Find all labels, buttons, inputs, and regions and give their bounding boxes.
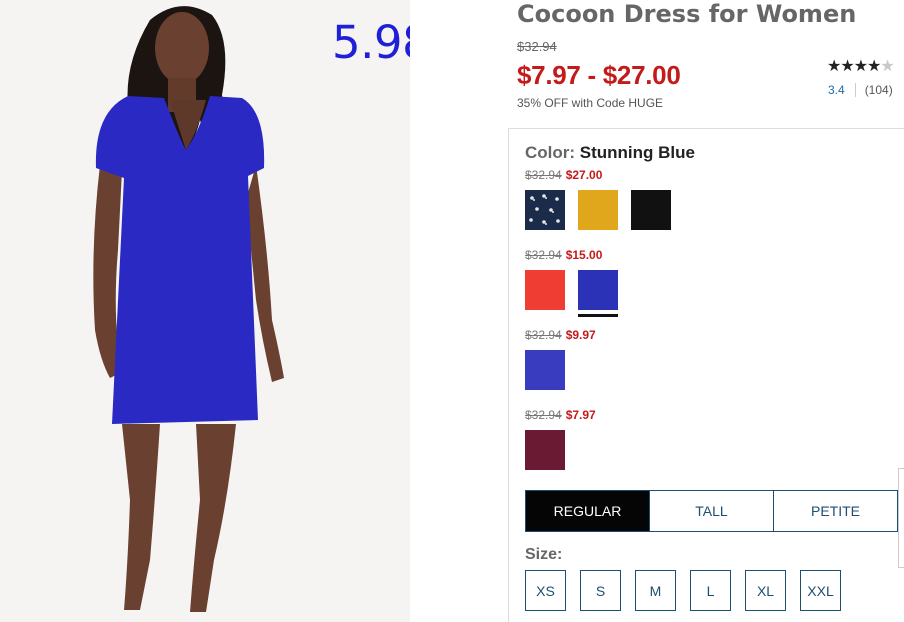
swatch-group-price: $32.94 $7.97 — [525, 408, 596, 422]
rating-summary[interactable]: 3.4 (104) — [828, 83, 893, 97]
sale-price-range: $7.97 - $27.00 — [517, 60, 681, 90]
now-price: $27.00 — [565, 168, 603, 182]
tab-regular[interactable]: REGULAR — [526, 491, 649, 531]
color-swatch-black[interactable] — [631, 190, 671, 230]
was-price: $32.94 — [525, 328, 562, 342]
size-button-s[interactable]: S — [580, 570, 621, 611]
star-icon: ★ — [853, 58, 868, 75]
fit-tabs: REGULAR TALL PETITE — [525, 490, 898, 532]
was-price: $32.94 — [525, 168, 562, 182]
color-swatch-mustard[interactable] — [578, 190, 618, 230]
star-empty-icon: ★ — [880, 58, 894, 75]
color-label-prefix: Color: — [525, 143, 576, 162]
size-button-l[interactable]: L — [690, 570, 731, 611]
divider — [854, 83, 856, 97]
color-swatch-periwinkle-blue[interactable] — [525, 350, 565, 390]
tab-petite[interactable]: PETITE — [773, 491, 897, 531]
selected-color-name: Stunning Blue — [579, 143, 695, 162]
size-options: XS S M L XL XXL — [525, 570, 841, 611]
was-price: $32.94 — [525, 248, 562, 262]
size-button-xs[interactable]: XS — [525, 570, 566, 611]
star-icon: ★ — [827, 58, 841, 75]
overlay-price-annotation: 5.98$ — [332, 16, 410, 69]
now-price: $9.97 — [565, 328, 596, 342]
options-panel — [508, 128, 904, 622]
review-count[interactable]: (104) — [865, 83, 893, 97]
now-price: $7.97 — [565, 408, 596, 422]
color-swatch-stunning-blue[interactable] — [578, 270, 618, 317]
rating-stars[interactable]: ★★★★★ — [827, 58, 895, 76]
product-title: Cocoon Dress for Women — [517, 0, 857, 28]
swatch-group-price: $32.94 $15.00 — [525, 248, 602, 262]
product-image[interactable]: 5.98$ — [0, 0, 410, 622]
swatch-group-price: $32.94 $27.00 — [525, 168, 602, 182]
color-label: Color: Stunning Blue — [525, 143, 695, 163]
size-button-xl[interactable]: XL — [745, 570, 786, 611]
size-button-m[interactable]: M — [635, 570, 676, 611]
star-icon: ★ — [840, 58, 854, 75]
original-price: $32.94 — [517, 39, 557, 54]
promo-text: 35% OFF with Code HUGE — [517, 96, 664, 110]
size-label: Size: — [525, 546, 563, 563]
star-half-icon: ★ — [867, 58, 881, 75]
model-dress-illustration — [0, 0, 410, 622]
color-swatch-navy-print[interactable] — [525, 190, 565, 230]
was-price: $32.94 — [525, 408, 562, 422]
print-pattern-icon — [525, 190, 565, 230]
color-swatch-red-orange[interactable] — [525, 270, 565, 310]
rating-value[interactable]: 3.4 — [828, 83, 845, 97]
swatch-group-price: $32.94 $9.97 — [525, 328, 596, 342]
side-scroll-tab[interactable] — [898, 468, 904, 568]
tab-tall[interactable]: TALL — [649, 491, 773, 531]
size-button-xxl[interactable]: XXL — [800, 570, 841, 611]
now-price: $15.00 — [565, 248, 603, 262]
color-swatch-burgundy[interactable] — [525, 430, 565, 470]
